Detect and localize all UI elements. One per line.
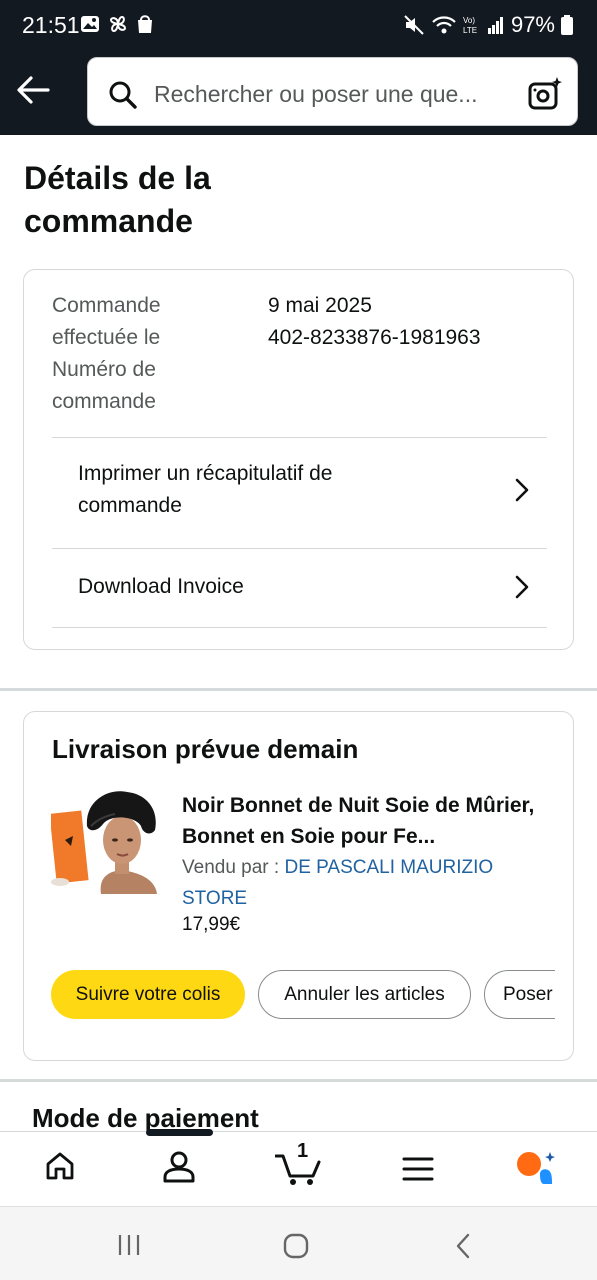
recent-apps-icon[interactable] (117, 1234, 141, 1256)
product-title[interactable]: Noir Bonnet de Nuit Soie de Mûrier, Bonn… (182, 790, 552, 852)
active-tab-indicator (146, 1129, 213, 1136)
cancel-items-button[interactable]: Annuler les articles (258, 970, 471, 1019)
payment-heading: Mode de paiement (32, 1103, 259, 1131)
sold-by-label: Vendu par : (182, 857, 280, 878)
product-image[interactable] (51, 790, 157, 894)
account-icon[interactable] (162, 1150, 196, 1184)
home-button-icon[interactable] (283, 1233, 309, 1259)
order-number: 402-8233876-1981963 (268, 326, 481, 349)
section-separator (0, 688, 597, 691)
chevron-right-icon (515, 575, 529, 599)
signal-icon (487, 17, 503, 34)
system-navigation-bar (0, 1206, 597, 1280)
order-date: 9 mai 2025 (268, 294, 372, 317)
search-input[interactable]: Rechercher ou poser une que... (154, 81, 477, 108)
delivery-heading: Livraison prévue demain (52, 734, 359, 764)
status-bar: 21:51 Vo) LTE 97% (0, 0, 597, 52)
rufus-assistant-icon[interactable] (514, 1150, 558, 1188)
bottom-navigation: 1 (0, 1129, 597, 1206)
home-icon[interactable] (44, 1150, 76, 1182)
wifi-icon (432, 16, 456, 34)
order-info-labels: Commande effectuée le Numéro de commande (52, 294, 161, 413)
download-invoice-link[interactable]: Download Invoice (52, 549, 547, 627)
shopping-bag-icon (138, 15, 152, 33)
gallery-icon (81, 16, 99, 32)
back-nav-icon[interactable] (455, 1233, 471, 1259)
volte-icon: Vo)LTE (463, 16, 477, 35)
print-summary-link[interactable]: Imprimer un récapitulatif de commande (52, 438, 547, 548)
page-title: Détails de la commande (24, 160, 211, 239)
ask-question-button[interactable]: Poser (484, 970, 555, 1019)
status-time: 21:51 (22, 12, 80, 38)
delivery-card: Livraison prévue demain Noir Bonnet de N… (23, 711, 574, 1061)
print-summary-label: Imprimer un récapitulatif de commande (78, 462, 333, 517)
divider (52, 627, 547, 628)
download-invoice-label: Download Invoice (78, 575, 244, 598)
search-icon (109, 81, 137, 109)
action-buttons-row[interactable]: Suivre votre colis Annuler les articles … (51, 970, 555, 1020)
section-separator (0, 1079, 597, 1082)
mute-icon (404, 15, 424, 35)
product-price: 17,99€ (182, 914, 241, 935)
back-button[interactable] (14, 70, 54, 110)
chevron-right-icon (515, 478, 529, 502)
order-details-content: Détails de la commande Commande effectué… (0, 135, 597, 1131)
svg-text:Vo): Vo) (463, 16, 475, 25)
svg-text:LTE: LTE (463, 26, 477, 35)
pinwheel-icon (109, 15, 127, 33)
seller-info: Vendu par : DE PASCALI MAURIZIO STORE (182, 852, 552, 914)
battery-icon (561, 15, 573, 35)
arrow-left-icon (17, 76, 50, 104)
order-summary-card: Commande effectuée le Numéro de commande… (23, 269, 574, 650)
search-bar[interactable]: Rechercher ou poser une que... (87, 57, 578, 126)
track-package-button[interactable]: Suivre votre colis (51, 970, 245, 1019)
menu-icon[interactable] (402, 1156, 434, 1182)
cart-count-badge: 1 (297, 1140, 309, 1162)
battery-percentage: 97% (510, 12, 555, 37)
camera-search-icon[interactable] (528, 76, 562, 110)
top-header: Rechercher ou poser une que... (0, 52, 597, 135)
